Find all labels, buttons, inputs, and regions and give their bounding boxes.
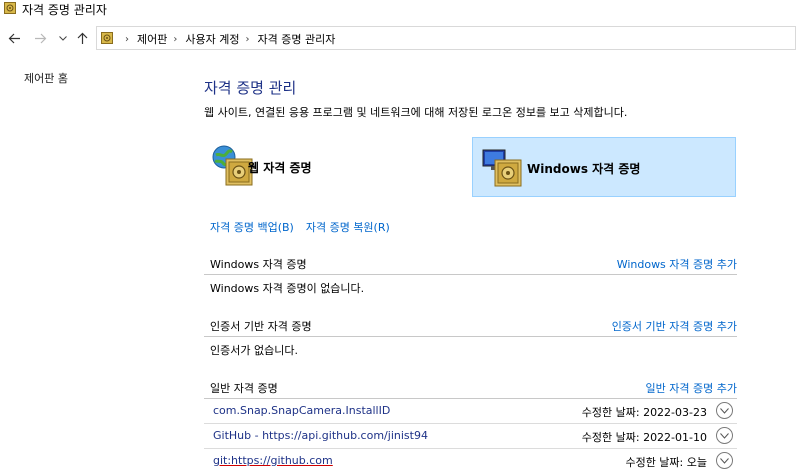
credential-vault-icon <box>4 2 16 14</box>
certificate-credentials-section-header: 인증서 기반 자격 증명 인증서 기반 자격 증명 추가 <box>204 314 737 336</box>
credential-name: com.Snap.SnapCamera.InstallID <box>213 404 391 417</box>
forward-button[interactable] <box>30 28 50 48</box>
windows-credentials-icon <box>482 149 522 187</box>
chevron-down-icon <box>720 407 729 414</box>
add-certificate-credential-link[interactable]: 인증서 기반 자격 증명 추가 <box>612 318 737 334</box>
windows-credentials-tile[interactable]: Windows 자격 증명 <box>472 137 736 197</box>
recent-locations-button[interactable] <box>56 28 70 48</box>
breadcrumb: › 제어판 › 사용자 계정 › 자격 증명 관리자 <box>119 31 335 47</box>
breadcrumb-separator-icon: › <box>245 33 250 45</box>
navigation-bar: › 제어판 › 사용자 계정 › 자격 증명 관리자 <box>0 24 800 52</box>
chevron-down-icon <box>59 35 67 41</box>
generic-credentials-section-title: 일반 자격 증명 <box>210 382 278 395</box>
chevron-down-icon <box>720 432 729 439</box>
generic-credentials-section-header: 일반 자격 증명 일반 자격 증명 추가 <box>204 376 737 398</box>
add-windows-credential-link[interactable]: Windows 자격 증명 추가 <box>617 256 737 272</box>
web-credentials-label: 웹 자격 증명 <box>248 161 312 175</box>
credential-name: git:https://github.com <box>213 454 333 467</box>
section-divider <box>204 274 737 275</box>
windows-credentials-empty-text: Windows 자격 증명이 없습니다. <box>210 282 365 295</box>
address-bar[interactable]: › 제어판 › 사용자 계정 › 자격 증명 관리자 <box>96 26 796 50</box>
restore-credentials-link[interactable]: 자격 증명 복원(R) <box>306 219 390 235</box>
windows-credentials-section-header: Windows 자격 증명 Windows 자격 증명 추가 <box>204 252 737 274</box>
windows-credentials-section-title: Windows 자격 증명 <box>210 258 307 271</box>
arrow-left-icon <box>8 33 20 43</box>
credential-modified-date: 수정한 날짜: 2022-01-10 <box>581 431 707 444</box>
section-divider <box>204 336 737 337</box>
backup-restore-links: 자격 증명 백업(B) 자격 증명 복원(R) <box>210 219 402 235</box>
credential-row[interactable]: com.Snap.SnapCamera.InstallID 수정한 날짜: 20… <box>204 399 737 423</box>
breadcrumb-user-accounts[interactable]: 사용자 계정 <box>185 31 239 47</box>
credential-row[interactable]: GitHub - https://api.github.com/jinist94… <box>204 424 737 448</box>
expand-credential-button[interactable] <box>716 402 733 419</box>
credential-modified-date: 수정한 날짜: 2022-03-23 <box>581 406 707 419</box>
arrow-up-icon <box>77 32 87 44</box>
credential-vault-icon <box>101 32 113 44</box>
credential-modified-date: 수정한 날짜: 오늘 <box>625 456 707 469</box>
breadcrumb-separator-icon: › <box>125 33 129 45</box>
back-button[interactable] <box>4 28 24 48</box>
windows-credentials-label: Windows 자격 증명 <box>527 162 641 176</box>
credential-name: GitHub - https://api.github.com/jinist94 <box>213 429 428 442</box>
page-description: 웹 사이트, 연결된 응용 프로그램 및 네트워크에 대해 저장된 로그온 정보… <box>204 106 628 119</box>
expand-credential-button[interactable] <box>716 452 733 469</box>
up-button[interactable] <box>72 28 92 48</box>
window-title: 자격 증명 관리자 <box>22 3 107 17</box>
expand-credential-button[interactable] <box>716 427 733 444</box>
page-title: 자격 증명 관리 <box>204 79 297 97</box>
backup-credentials-link[interactable]: 자격 증명 백업(B) <box>210 219 294 235</box>
sidebar-item-control-panel-home[interactable]: 제어판 홈 <box>24 70 68 86</box>
breadcrumb-control-panel[interactable]: 제어판 <box>137 31 167 47</box>
breadcrumb-credential-manager[interactable]: 자격 증명 관리자 <box>257 31 335 47</box>
certificate-credentials-section-title: 인증서 기반 자격 증명 <box>210 320 312 333</box>
web-credentials-tile[interactable]: 웹 자격 증명 <box>204 137 468 197</box>
certificate-credentials-empty-text: 인증서가 없습니다. <box>210 344 298 357</box>
chevron-down-icon <box>720 457 729 464</box>
title-bar: 자격 증명 관리자 <box>0 0 800 18</box>
arrow-right-icon <box>34 33 46 43</box>
credential-row[interactable]: git:https://github.com 수정한 날짜: 오늘 <box>204 449 737 473</box>
add-generic-credential-link[interactable]: 일반 자격 증명 추가 <box>646 380 737 396</box>
breadcrumb-separator-icon: › <box>173 33 178 45</box>
